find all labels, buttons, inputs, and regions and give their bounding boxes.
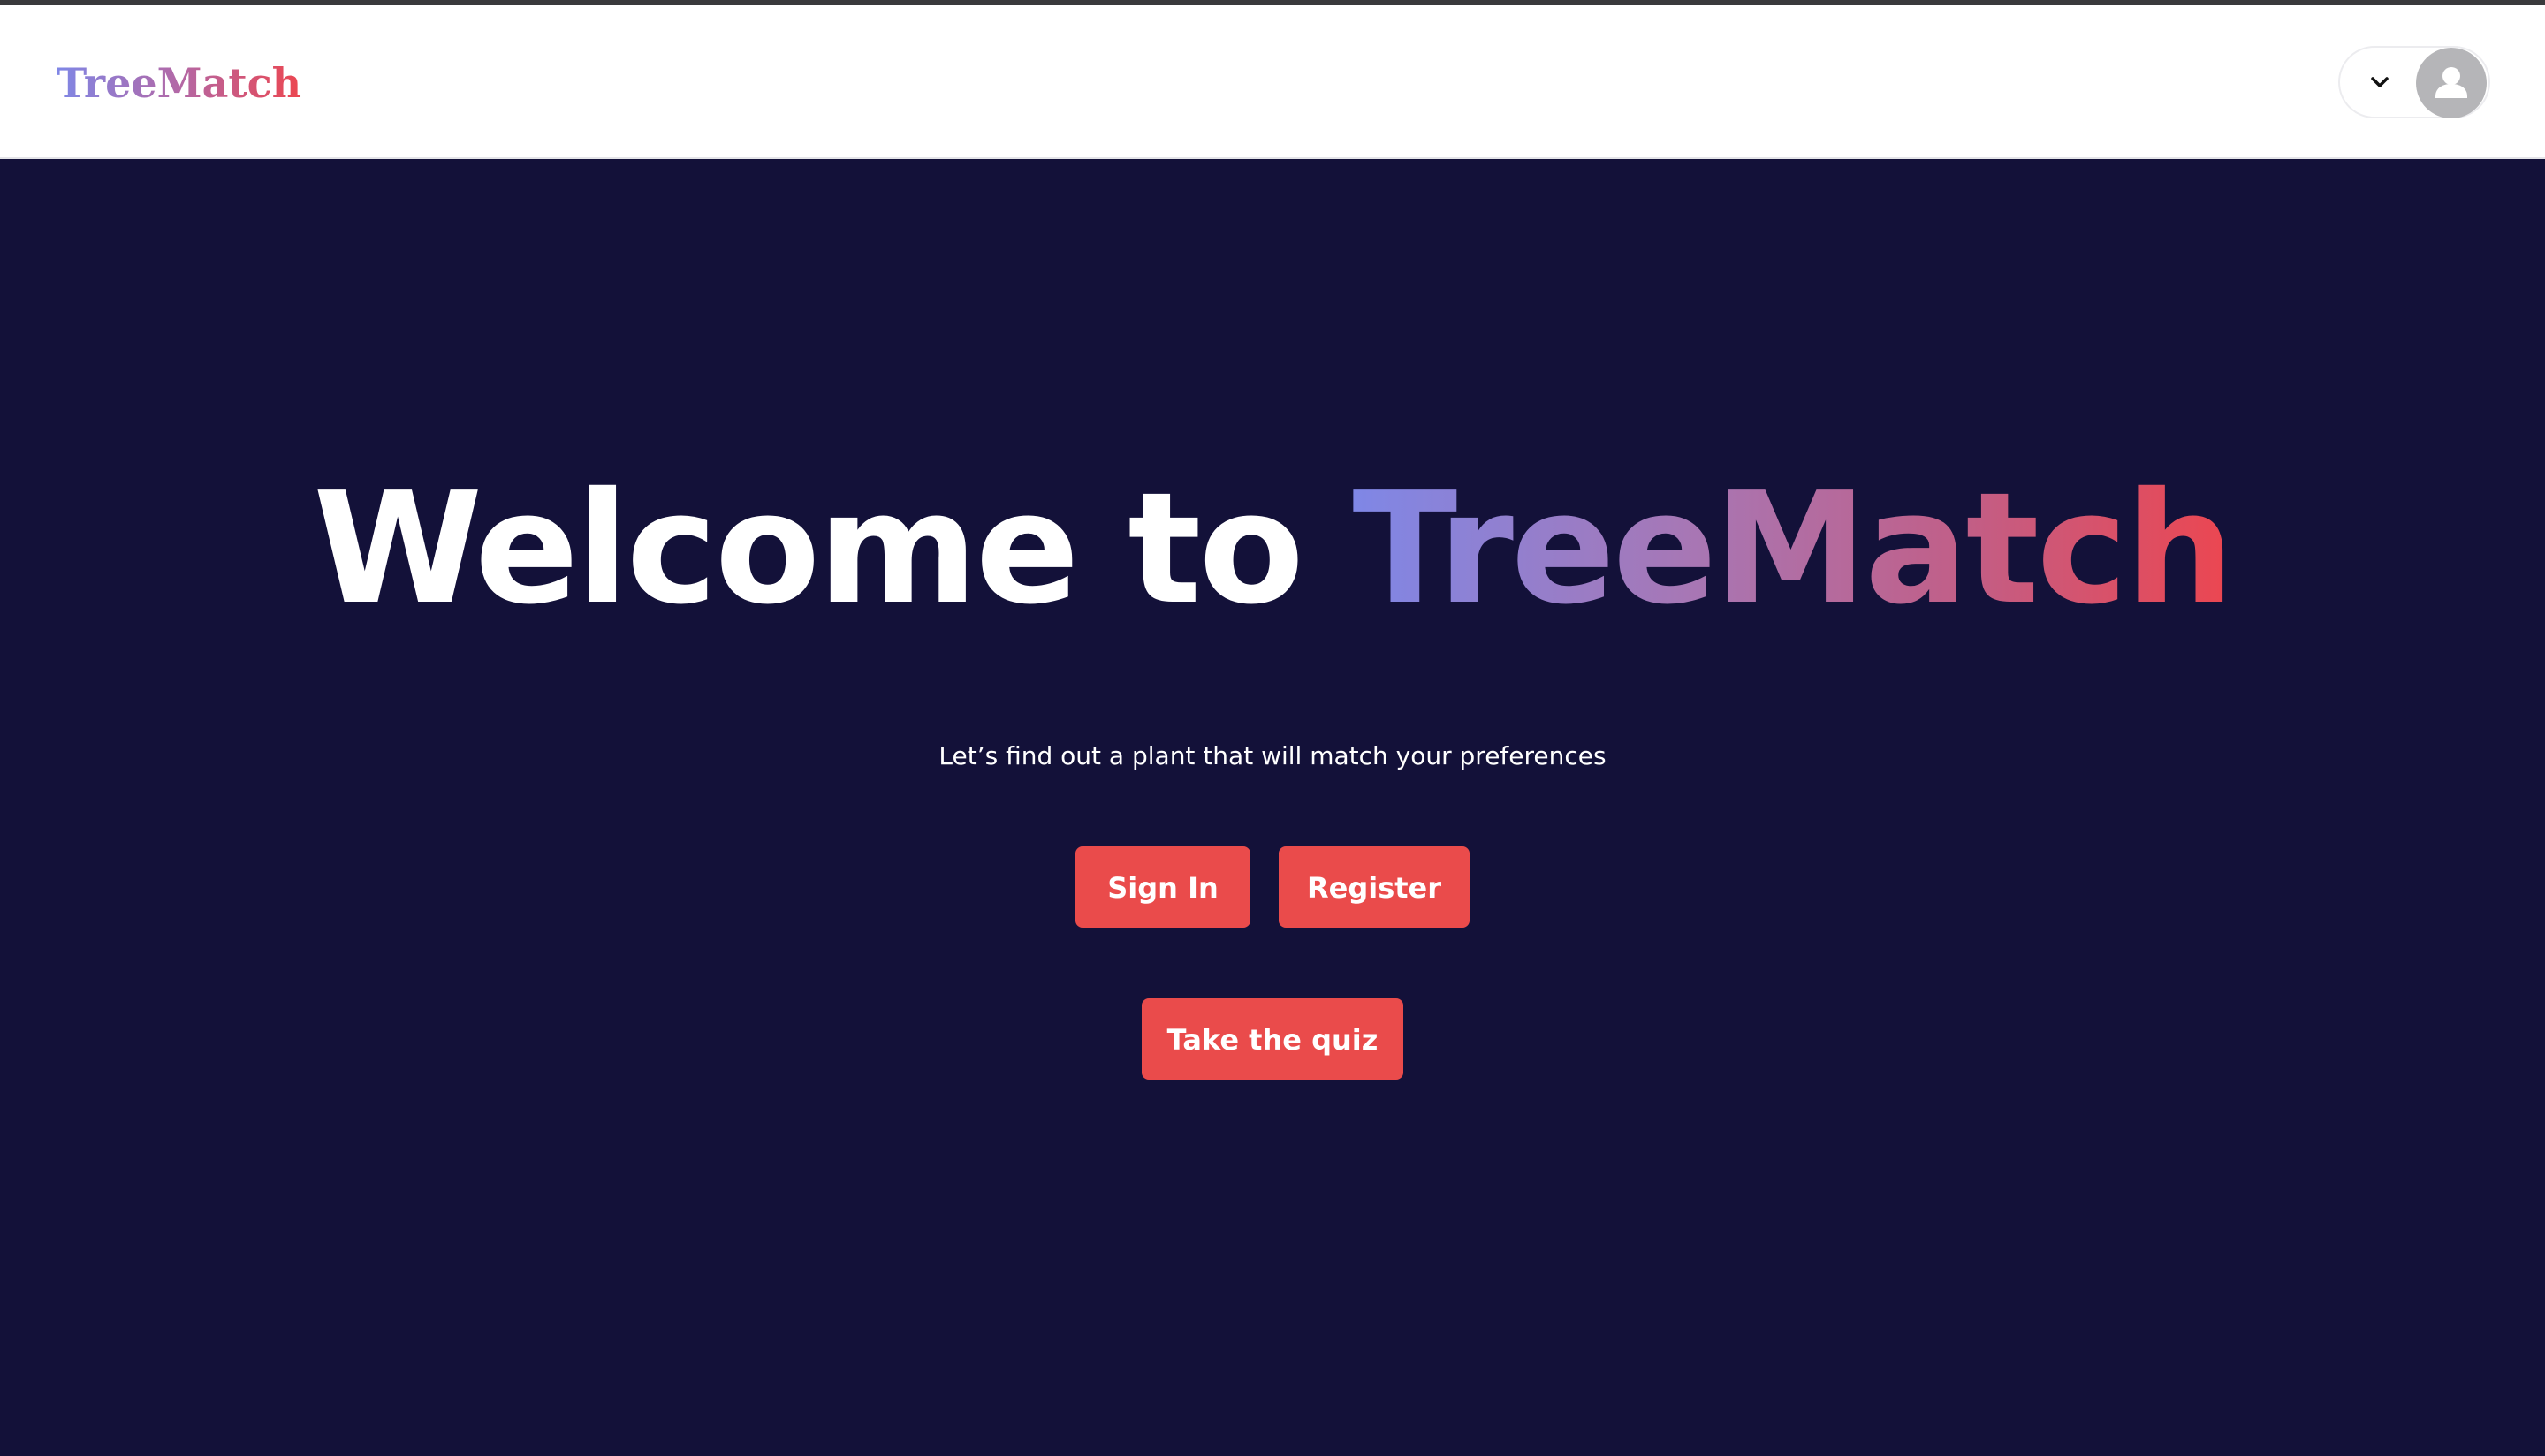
user-menu-button[interactable] — [2338, 46, 2490, 118]
headline-prefix: Welcome to — [313, 459, 1353, 639]
hero-subtitle: Let’s find out a plant that will match y… — [938, 741, 1607, 770]
register-button[interactable]: Register — [1279, 846, 1470, 928]
headline-brand: TreeMatch — [1352, 459, 2235, 639]
take-quiz-button[interactable]: Take the quiz — [1142, 998, 1403, 1080]
user-avatar-icon — [2416, 48, 2487, 118]
chevron-down-icon — [2366, 69, 2393, 95]
welcome-headline: Welcome to TreeMatch — [0, 461, 2545, 638]
top-navbar: TreeMatch — [0, 5, 2545, 159]
hero-section: Welcome to TreeMatch Let’s find out a pl… — [0, 161, 2545, 1456]
sign-in-button[interactable]: Sign In — [1075, 846, 1250, 928]
brand-logo-link[interactable]: TreeMatch — [57, 57, 301, 110]
